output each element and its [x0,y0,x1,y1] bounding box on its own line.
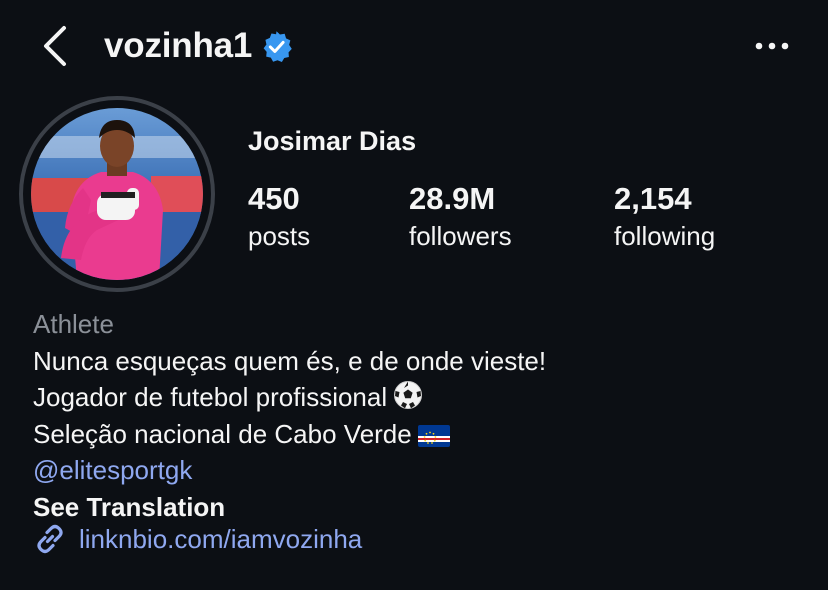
see-translation-button[interactable]: See Translation [33,489,813,526]
category-label: Athlete [33,309,114,339]
followers-label: followers [409,221,512,251]
followers-count: 28.9M [409,181,496,216]
bio: Athlete Nunca esqueças quem és, e de ond… [33,306,813,525]
bio-line-3-row: Seleção nacional de Cabo Verde [33,416,813,453]
profile-photo [31,108,203,280]
bio-line-1: Nunca esqueças quem és, e de onde vieste… [33,345,547,376]
more-options-button[interactable] [752,36,792,56]
more-horizontal-icon [755,42,789,50]
following-label: following [614,221,716,251]
link-text: linknbio.com/iamvozinha [79,523,363,554]
cape-verde-flag-icon [417,424,450,447]
username-header: vozinha1 [104,22,293,70]
external-link[interactable]: linknbio.com/iamvozinha [33,522,362,556]
bio-line-2-row: Jogador de futebol profissional [33,379,813,416]
top-bar: vozinha1 [0,0,828,92]
full-name: Josimar Dias [248,126,417,156]
verified-badge-icon [263,30,292,62]
link-icon [37,524,63,554]
posts-label: posts [248,221,311,251]
posts-stat[interactable]: 450 posts [248,180,310,254]
mention-link[interactable]: @elitesportgk [33,452,813,489]
back-button[interactable] [38,24,74,68]
username: vozinha1 [104,26,253,65]
bio-line-2: Jogador de futebol profissional [33,382,388,412]
following-count: 2,154 [614,181,692,216]
avatar[interactable] [31,108,203,280]
soccer-ball-icon [394,381,423,409]
followers-stat[interactable]: 28.9M followers [409,180,512,254]
bio-line-3: Seleção nacional de Cabo Verde [33,418,412,449]
posts-count: 450 [248,181,300,216]
following-stat[interactable]: 2,154 following [614,180,715,254]
chevron-left-icon [44,26,66,66]
